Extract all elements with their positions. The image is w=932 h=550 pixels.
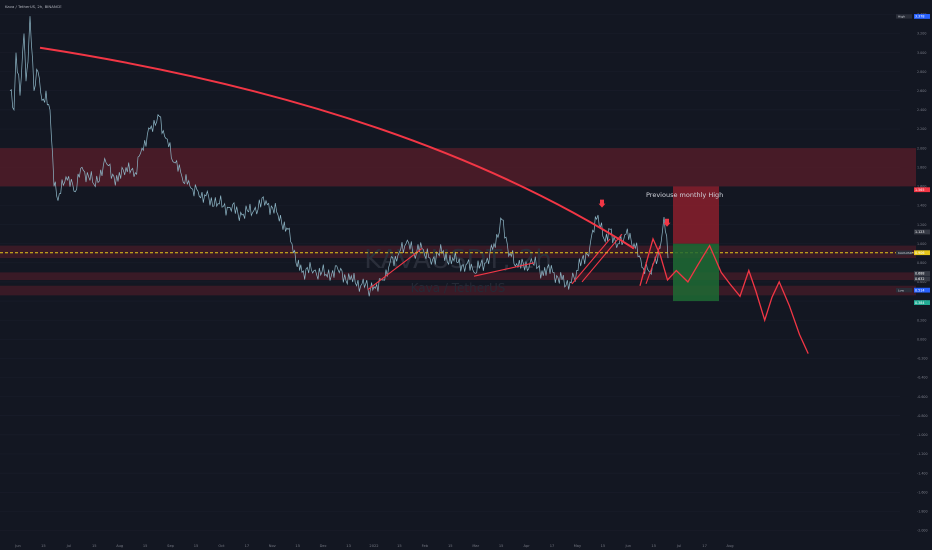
time-tick-label: 15 <box>651 544 656 548</box>
price-label: 0.906 <box>915 251 924 255</box>
time-tick-label: Feb <box>422 544 429 548</box>
time-tick-label: 15 <box>92 544 97 548</box>
time-tick-label: Jul <box>676 544 681 548</box>
price-tick-label: -1.000 <box>917 433 928 437</box>
price-tick-label: 1.200 <box>917 223 926 227</box>
price-tick-label: -0.600 <box>917 395 928 399</box>
chart-title: Kava / TetherUS, 2h, BINANCE <box>5 4 62 9</box>
time-tick-label: 15 <box>448 544 453 548</box>
price-tick-label: 1.400 <box>917 204 926 208</box>
price-tick-label: 1.000 <box>917 242 926 246</box>
price-tick-label: -2.000 <box>917 529 928 533</box>
price-tick-label: 1.800 <box>917 165 926 169</box>
time-tick-label: 17 <box>702 544 707 548</box>
time-axis[interactable]: Jun 15 Jul 15 Aug 15 Sep 15 Oct 17 Nov 15 Dec 13 2022 1… <box>14 544 733 548</box>
time-tick-label: 17 <box>550 544 555 548</box>
annotation-previous-monthly-high: Previouse monthly High <box>646 191 723 199</box>
price-tick-label: -1.600 <box>917 490 928 494</box>
time-tick-label: 15 <box>194 544 199 548</box>
price-label: 0.632 <box>915 277 924 281</box>
time-tick-label: 15 <box>397 544 402 548</box>
time-tick-label: Jun <box>624 544 631 548</box>
price-label: 0.514 <box>915 288 924 292</box>
price-tick-label: 3.200 <box>917 32 926 36</box>
time-tick-label: 2022 <box>369 544 378 548</box>
price-chart[interactable]: KAVAUSDT, 2h Kava / TetherUS Previouse m… <box>0 0 932 550</box>
price-tick-label: 2.800 <box>917 70 926 74</box>
time-tick-label: Aug <box>116 544 123 548</box>
price-label: 0.384 <box>915 301 924 305</box>
time-tick-label: 15 <box>143 544 148 548</box>
chart-watermark-subtitle: Kava / TetherUS <box>411 281 506 295</box>
price-tick-label: 2.600 <box>917 89 926 93</box>
price-tick-label: 2.400 <box>917 108 926 112</box>
time-tick-label: Oct <box>218 544 225 548</box>
time-tick-label: Jul <box>66 544 71 548</box>
price-tag-label: KAVAUSDT <box>898 251 914 255</box>
price-label: 1.123 <box>915 230 924 234</box>
price-tag-label: High <box>898 15 905 19</box>
price-tick-label: 2.200 <box>917 127 926 131</box>
time-tick-label: Aug <box>726 544 733 548</box>
time-tick-label: 15 <box>499 544 504 548</box>
price-label: 1.565 <box>915 188 924 192</box>
time-tick-label: Jun <box>14 544 21 548</box>
time-tick-label: Nov <box>269 544 277 548</box>
price-label: 0.688 <box>915 272 924 276</box>
price-tick-label: -0.400 <box>917 376 928 380</box>
price-tick-label: 0.000 <box>917 337 926 341</box>
price-tag-label: Low <box>898 288 904 292</box>
time-tick-label: 13 <box>346 544 351 548</box>
price-tick-label: -1.400 <box>917 471 928 475</box>
price-tick-label: -1.200 <box>917 452 928 456</box>
time-tick-label: 15 <box>295 544 300 548</box>
short-position-box[interactable] <box>673 186 719 302</box>
price-tick-label: -0.800 <box>917 414 928 418</box>
price-tick-label: 2.000 <box>917 146 926 150</box>
time-tick-label: 15 <box>601 544 606 548</box>
time-tick-label: 17 <box>245 544 250 548</box>
time-tick-label: Mar <box>472 544 479 548</box>
price-label: 3.378 <box>915 15 924 19</box>
time-tick-label: 15 <box>41 544 46 548</box>
price-tick-label: -0.200 <box>917 357 928 361</box>
time-tick-label: Dec <box>320 544 327 548</box>
price-tick-label: 0.800 <box>917 261 926 265</box>
time-tick-label: May <box>574 544 582 548</box>
time-tick-label: Apr <box>523 544 530 548</box>
price-tick-label: 3.000 <box>917 51 926 55</box>
time-tick-label: Sep <box>167 544 174 548</box>
price-tick-label: -1.800 <box>917 510 928 514</box>
price-tick-label: 0.200 <box>917 318 926 322</box>
